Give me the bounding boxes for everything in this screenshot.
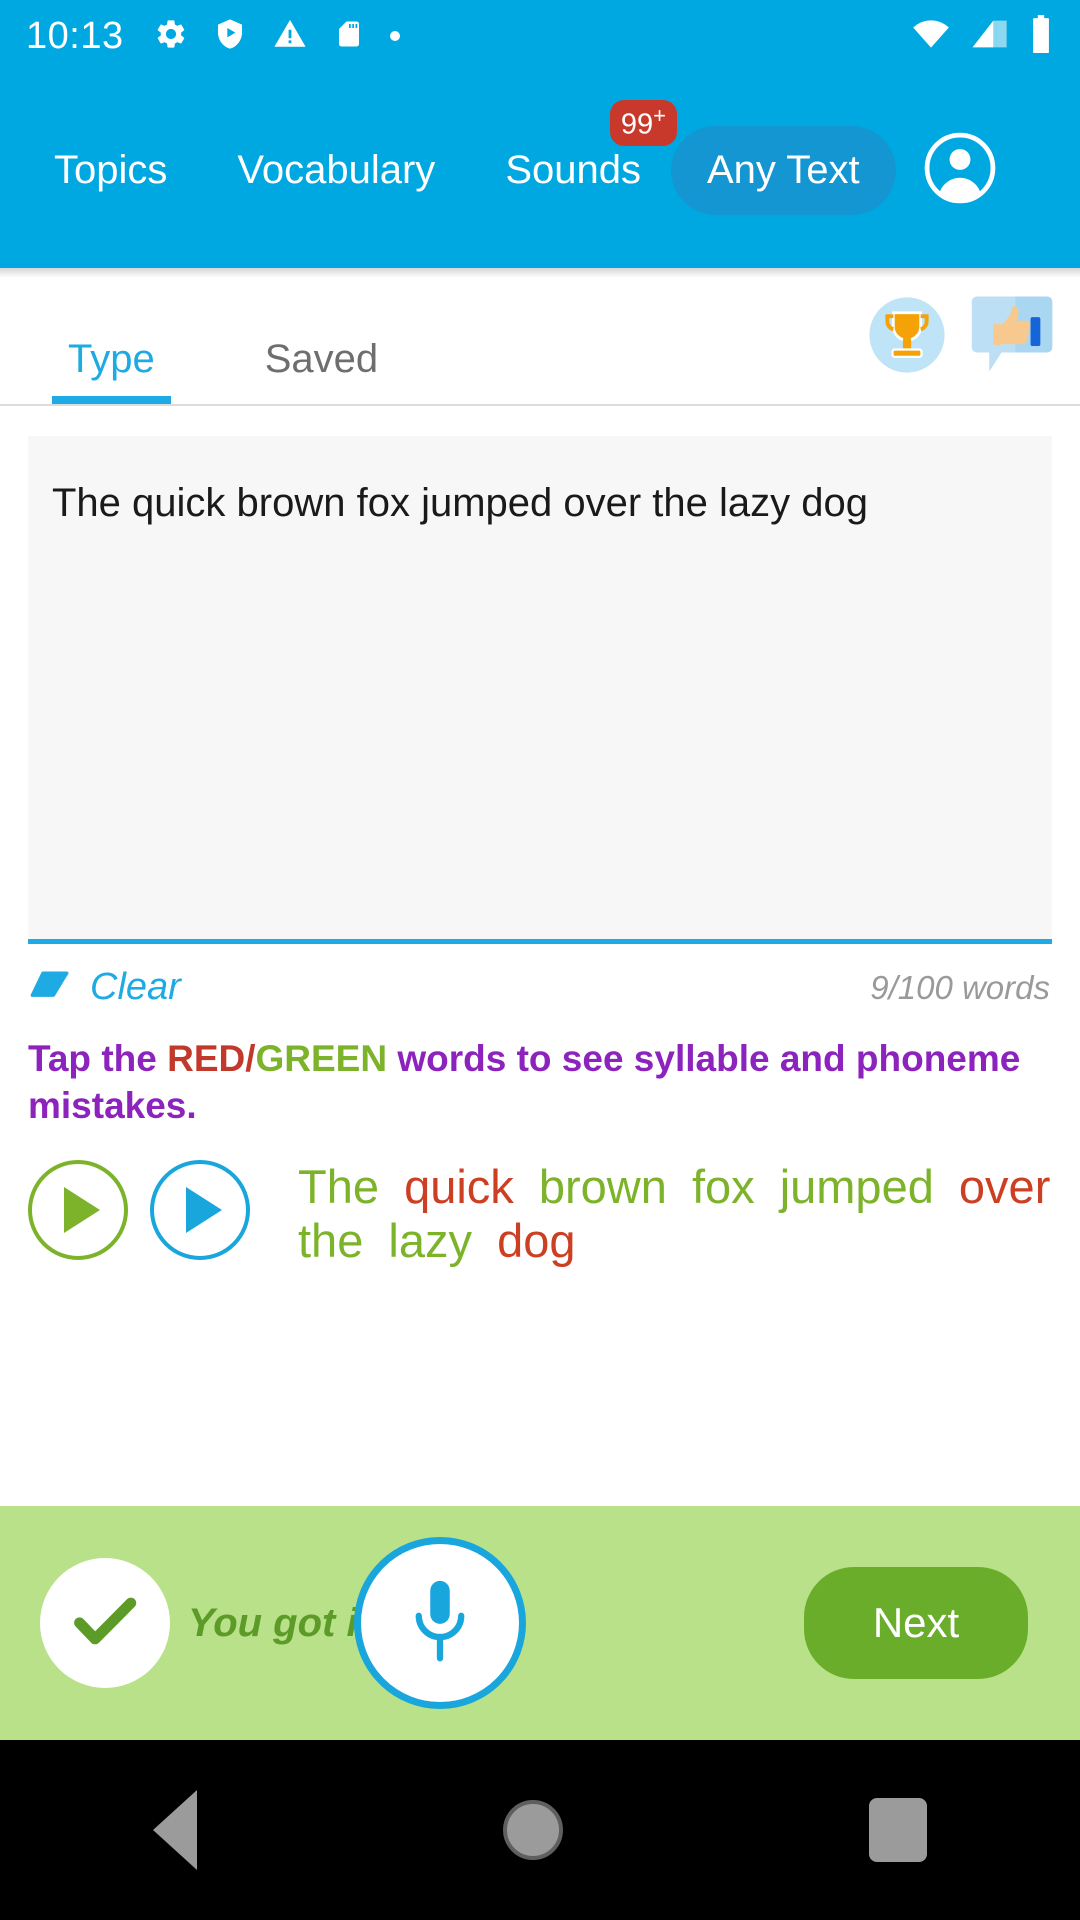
cellular-signal-icon: [970, 17, 1010, 56]
any-text-button-label: Any Text: [706, 147, 860, 192]
scored-word[interactable]: fox: [692, 1160, 755, 1213]
practice-text-value: The quick brown fox jumped over the lazy…: [52, 481, 868, 525]
tab-type-label: Type: [68, 337, 155, 381]
hint-prefix: Tap the: [28, 1038, 168, 1079]
playback-row: The quick brown fox jumped over the lazy…: [0, 1130, 1080, 1269]
scored-word[interactable]: lazy: [388, 1214, 472, 1267]
tab-type[interactable]: Type: [52, 337, 171, 404]
sounds-badge-plus: +: [653, 102, 666, 128]
word-count-label: 9/100 words: [870, 968, 1050, 1006]
scored-word[interactable]: dog: [497, 1214, 575, 1267]
play-triangle-icon: [186, 1186, 222, 1233]
eraser-icon: [30, 969, 72, 1006]
status-bar-system-icons: [910, 14, 1054, 58]
account-circle-icon: [922, 130, 998, 211]
tab-saved[interactable]: Saved: [249, 337, 394, 404]
scored-words-list: The quick brown fox jumped over the lazy…: [298, 1160, 1052, 1269]
record-microphone-button[interactable]: [354, 1537, 526, 1709]
status-bar-clock: 10:13: [26, 14, 124, 57]
app-header: Topics Vocabulary Sounds 99+ Any Text: [0, 72, 1080, 268]
editor-toolbar: Clear 9/100 words: [0, 944, 1080, 1009]
tab-saved-label: Saved: [264, 337, 379, 381]
play-protect-shield-icon: [214, 17, 246, 56]
tab-list: Type Saved: [0, 337, 394, 404]
scored-word[interactable]: jumped: [780, 1160, 934, 1213]
instruction-hint: Tap the RED/GREEN words to see syllable …: [0, 1009, 1080, 1130]
nav-item-sounds[interactable]: Sounds 99+: [501, 99, 677, 193]
content-tab-bar: Type Saved: [0, 278, 1080, 406]
sounds-badge: 99+: [609, 99, 677, 147]
sd-card-icon: [334, 17, 364, 56]
nav-item-vocabulary[interactable]: Vocabulary: [233, 148, 439, 193]
tab-bar-actions: [866, 291, 1054, 384]
status-bar-notification-icons: [154, 17, 910, 56]
checkmark-icon: [69, 1585, 141, 1662]
practice-text-input[interactable]: The quick brown fox jumped over the lazy…: [28, 436, 1052, 944]
clear-button-label: Clear: [90, 966, 181, 1008]
scored-word[interactable]: brown: [539, 1160, 667, 1213]
app-root: 10:13 Topics Vocabulary Sounds 99+ Any T…: [0, 0, 1080, 1920]
clear-button[interactable]: Clear: [30, 966, 181, 1009]
scored-word[interactable]: The: [298, 1160, 379, 1213]
nav-item-topics[interactable]: Topics: [50, 148, 171, 193]
any-text-button[interactable]: Any Text: [670, 125, 896, 215]
gear-icon: [154, 17, 188, 56]
dot-icon: [389, 31, 400, 41]
header-shadow: [0, 268, 1080, 278]
recents-square-icon[interactable]: [869, 1798, 927, 1862]
play-triangle-icon: [64, 1186, 100, 1233]
text-input-container: The quick brown fox jumped over the lazy…: [0, 406, 1080, 944]
trophy-icon[interactable]: [866, 294, 948, 381]
battery-icon: [1028, 14, 1054, 58]
sounds-badge-count: 99: [620, 108, 654, 141]
scored-word[interactable]: over: [959, 1160, 1050, 1213]
success-check-badge: [40, 1558, 170, 1688]
account-button[interactable]: [922, 130, 998, 211]
home-circle-icon[interactable]: [503, 1800, 563, 1860]
thumbs-up-feedback-icon[interactable]: [970, 291, 1054, 384]
play-model-button[interactable]: [28, 1159, 128, 1260]
back-triangle-icon[interactable]: [153, 1790, 197, 1870]
wifi-icon: [910, 17, 952, 56]
play-recording-button[interactable]: [150, 1159, 250, 1260]
status-bar: 10:13: [0, 0, 1080, 72]
nav-item-vocabulary-label: Vocabulary: [237, 147, 436, 192]
warning-triangle-icon: [272, 17, 308, 56]
hint-separator: /: [245, 1038, 256, 1079]
hint-green-word: GREEN: [255, 1038, 388, 1079]
android-navigation-bar: [0, 1740, 1080, 1920]
result-action-bar: You got it! Next: [0, 1506, 1080, 1740]
hint-red-word: RED: [167, 1038, 246, 1079]
scored-word[interactable]: the: [298, 1214, 363, 1267]
nav-item-topics-label: Topics: [54, 147, 168, 192]
scored-word[interactable]: quick: [404, 1160, 514, 1213]
next-button-label: Next: [872, 1599, 960, 1646]
next-button[interactable]: Next: [804, 1567, 1028, 1679]
microphone-icon: [405, 1578, 475, 1669]
nav-item-sounds-label: Sounds: [505, 147, 641, 192]
